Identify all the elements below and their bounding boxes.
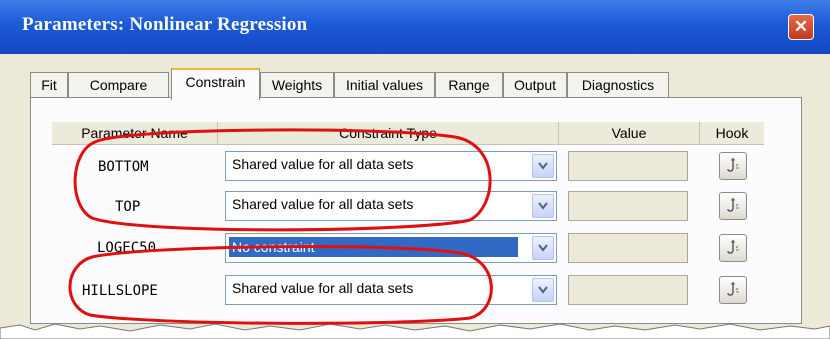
close-button[interactable]: ✕ [788,14,814,40]
header-hook: Hook [700,122,764,145]
param-name-top: TOP [115,199,141,215]
header-parameter-name: Parameter Name [52,122,218,145]
constraint-select-hillslope[interactable]: Shared value for all data sets [225,275,557,305]
constraint-select-bottom[interactable]: Shared value for all data sets [225,151,557,181]
tab-output[interactable]: Output [503,72,567,97]
value-field-hillslope[interactable] [568,275,688,305]
constraint-value: Shared value for all data sets [232,196,414,212]
tab-range[interactable]: Range [435,72,503,97]
constraint-value: Shared value for all data sets [232,156,414,172]
hook-icon [727,240,739,254]
constraint-value: No constraint [229,237,518,257]
dialog-window: Parameters: Nonlinear Regression ✕ Fit C… [0,0,830,339]
hook-button-hillslope[interactable] [719,276,747,304]
chevron-down-icon[interactable] [532,236,554,260]
title-bar: Parameters: Nonlinear Regression ✕ [0,0,830,54]
value-field-bottom[interactable] [568,151,688,181]
tab-diagnostics[interactable]: Diagnostics [567,72,669,97]
tab-initial-values[interactable]: Initial values [334,72,435,97]
hook-button-logec50[interactable] [719,234,747,262]
chevron-down-icon[interactable] [532,194,554,218]
param-name-logec50: LOGEC50 [97,240,157,256]
tab-fit[interactable]: Fit [30,72,68,97]
chevron-down-icon[interactable] [532,278,554,302]
value-field-logec50[interactable] [568,233,688,263]
header-value: Value [559,122,700,145]
hook-button-bottom[interactable] [719,152,747,180]
chevron-down-icon[interactable] [532,154,554,178]
header-constraint-type: Constraint Type [218,122,559,145]
tab-weights[interactable]: Weights [260,72,334,97]
tab-compare[interactable]: Compare [68,72,169,97]
hook-icon [727,198,739,212]
hook-icon [727,158,739,172]
tab-constrain[interactable]: Constrain [171,68,260,100]
close-icon: ✕ [793,17,809,36]
hook-button-top[interactable] [719,192,747,220]
constraint-value: Shared value for all data sets [232,280,414,296]
value-field-top[interactable] [568,191,688,221]
hook-icon [727,282,739,296]
torn-edge [0,323,830,339]
window-title: Parameters: Nonlinear Regression [22,14,308,35]
param-name-hillslope: HILLSLOPE [82,283,158,299]
param-name-bottom: BOTTOM [98,159,149,175]
constraint-select-top[interactable]: Shared value for all data sets [225,191,557,221]
constraint-select-logec50[interactable]: No constraint [225,233,557,263]
